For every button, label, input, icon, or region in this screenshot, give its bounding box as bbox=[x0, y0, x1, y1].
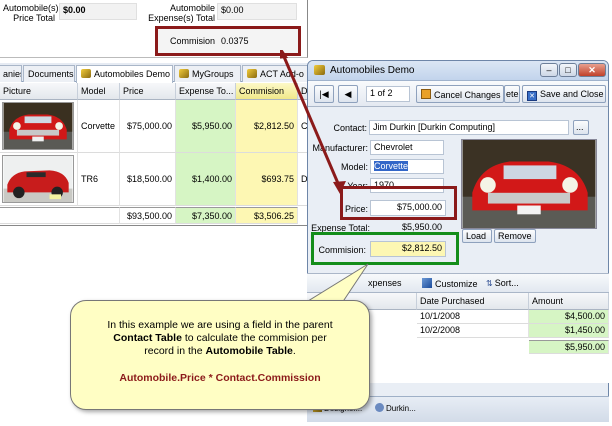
label-line: Expense(s) Total bbox=[148, 13, 215, 23]
maximize-button[interactable]: □ bbox=[559, 63, 577, 77]
table-row-price[interactable]: $75,000.00 bbox=[120, 100, 176, 153]
callout-bold-text: Contact Table bbox=[113, 332, 182, 344]
commission-highlight-box bbox=[311, 232, 459, 265]
delete-button[interactable]: ete bbox=[504, 85, 520, 103]
tab-label: Automobiles Demo bbox=[94, 69, 171, 79]
folder-icon bbox=[179, 69, 189, 78]
customize-button[interactable]: Customize bbox=[419, 275, 479, 291]
arrow-line-to-price bbox=[280, 51, 342, 189]
arrow-head-down-icon bbox=[333, 181, 346, 194]
label-line: Automobile(s) bbox=[3, 3, 59, 13]
table-row-expense-total[interactable]: $1,400.00 bbox=[176, 153, 236, 206]
tab-label: MyGroups bbox=[192, 69, 234, 79]
callout-formula: Automobile.Price * Contact.Commission bbox=[119, 372, 321, 384]
button-label: Customize bbox=[435, 279, 478, 289]
button-label: Save and Close bbox=[540, 89, 604, 99]
expenses-button[interactable]: xpenses bbox=[365, 275, 413, 291]
tab-label: Documents bbox=[28, 69, 74, 79]
column-header-picture[interactable]: Picture bbox=[0, 83, 78, 100]
close-button[interactable]: ✕ bbox=[578, 63, 606, 77]
contact-field[interactable]: Jim Durkin [Durkin Computing] bbox=[369, 120, 569, 135]
button-label: Cancel Changes bbox=[434, 90, 501, 100]
table-row-amount[interactable]: $4,500.00 bbox=[529, 310, 609, 324]
label-line: Automobile bbox=[169, 3, 215, 13]
remove-image-button[interactable]: Remove bbox=[494, 229, 536, 243]
table-row-amount[interactable]: $1,450.00 bbox=[529, 324, 609, 338]
tr6-photo bbox=[2, 155, 74, 203]
totals-spacer bbox=[0, 207, 120, 224]
tab-companies[interactable]: anies bbox=[0, 65, 22, 82]
table-row-model[interactable]: Corvette bbox=[78, 100, 120, 153]
minimize-button[interactable]: – bbox=[540, 63, 558, 77]
tab-documents[interactable]: Documents bbox=[23, 65, 75, 82]
automobile-price-total-field[interactable]: $0.00 bbox=[59, 3, 137, 20]
total-commission: $3,506.25 bbox=[236, 207, 298, 224]
table-row-price[interactable]: $18,500.00 bbox=[120, 153, 176, 206]
manufacturer-field[interactable]: Chevrolet bbox=[370, 140, 444, 155]
customize-icon bbox=[422, 278, 432, 288]
column-header-amount[interactable]: Amount bbox=[529, 293, 609, 310]
tab-bar: anies Documents Automobiles Demo MyGroup… bbox=[0, 63, 308, 83]
sort-icon: ⇅ bbox=[486, 279, 493, 288]
total-price: $93,500.00 bbox=[120, 207, 176, 224]
callout-text: record in the bbox=[144, 345, 206, 357]
tab-mygroups[interactable]: MyGroups bbox=[174, 65, 241, 82]
button-label: ete bbox=[506, 89, 519, 99]
callout-text: In this example we are using a field in … bbox=[107, 319, 333, 331]
automobile-expense-total-label: Automobile Expense(s) Total bbox=[143, 3, 215, 23]
save-and-close-button[interactable]: ✕ Save and Close bbox=[522, 85, 606, 103]
table-row-model[interactable]: TR6 bbox=[78, 153, 120, 206]
taskbar-label: Durkin... bbox=[386, 404, 416, 413]
automobile-expense-total-field[interactable]: $0.00 bbox=[217, 3, 297, 20]
save-icon: ✕ bbox=[527, 91, 537, 101]
callout-text: to calculate the commision per bbox=[181, 332, 327, 344]
browse-contact-button[interactable]: ... bbox=[573, 120, 589, 135]
total-expense: $7,350.00 bbox=[176, 207, 236, 224]
table-row-date[interactable]: 10/1/2008 bbox=[417, 310, 529, 324]
tab-label: anies bbox=[3, 69, 21, 79]
column-header-model[interactable]: Model bbox=[78, 83, 120, 100]
label-line: Price Total bbox=[13, 13, 55, 23]
commission-top-value[interactable]: 0.0375 bbox=[221, 36, 249, 46]
connector-arrows bbox=[280, 50, 346, 194]
button-label: Sort... bbox=[494, 278, 519, 288]
contact-icon bbox=[375, 403, 384, 412]
column-header-date-purchased[interactable]: Date Purchased bbox=[417, 293, 529, 310]
folder-icon bbox=[81, 69, 91, 78]
sort-button[interactable]: ⇅ Sort... bbox=[483, 275, 529, 291]
callout-text: . bbox=[292, 345, 296, 357]
automobiles-grid: Picture Model Price Expense To... Commis… bbox=[0, 83, 308, 226]
arrow-head-up-icon bbox=[280, 50, 288, 59]
expense-total-amount: $5,950.00 bbox=[529, 340, 609, 354]
cancel-changes-button[interactable]: Cancel Changes bbox=[416, 85, 504, 103]
taskbar-item-durkin[interactable]: Durkin... bbox=[375, 403, 416, 413]
table-row-picture-cell[interactable] bbox=[0, 100, 78, 153]
model-field[interactable]: Corvette bbox=[370, 159, 444, 174]
cancel-icon bbox=[421, 89, 431, 99]
commission-top-label: Commision bbox=[170, 36, 216, 46]
corvette-image bbox=[461, 139, 597, 229]
callout-bold-text: Automobile Table bbox=[205, 345, 293, 357]
column-header-price[interactable]: Price bbox=[120, 83, 176, 100]
column-header-expense-total[interactable]: Expense To... bbox=[176, 83, 236, 100]
explanation-callout: In this example we are using a field in … bbox=[70, 300, 370, 410]
load-image-button[interactable]: Load bbox=[462, 229, 492, 243]
tab-automobiles-demo[interactable]: Automobiles Demo bbox=[76, 65, 173, 83]
folder-icon bbox=[247, 69, 257, 78]
automobile-price-total-label: Automobile(s) Price Total bbox=[3, 3, 59, 23]
table-row-expense-total[interactable]: $5,950.00 bbox=[176, 100, 236, 153]
corvette-photo bbox=[2, 102, 74, 150]
table-row-date[interactable]: 10/2/2008 bbox=[417, 324, 529, 338]
table-row-picture-cell[interactable] bbox=[0, 153, 78, 206]
